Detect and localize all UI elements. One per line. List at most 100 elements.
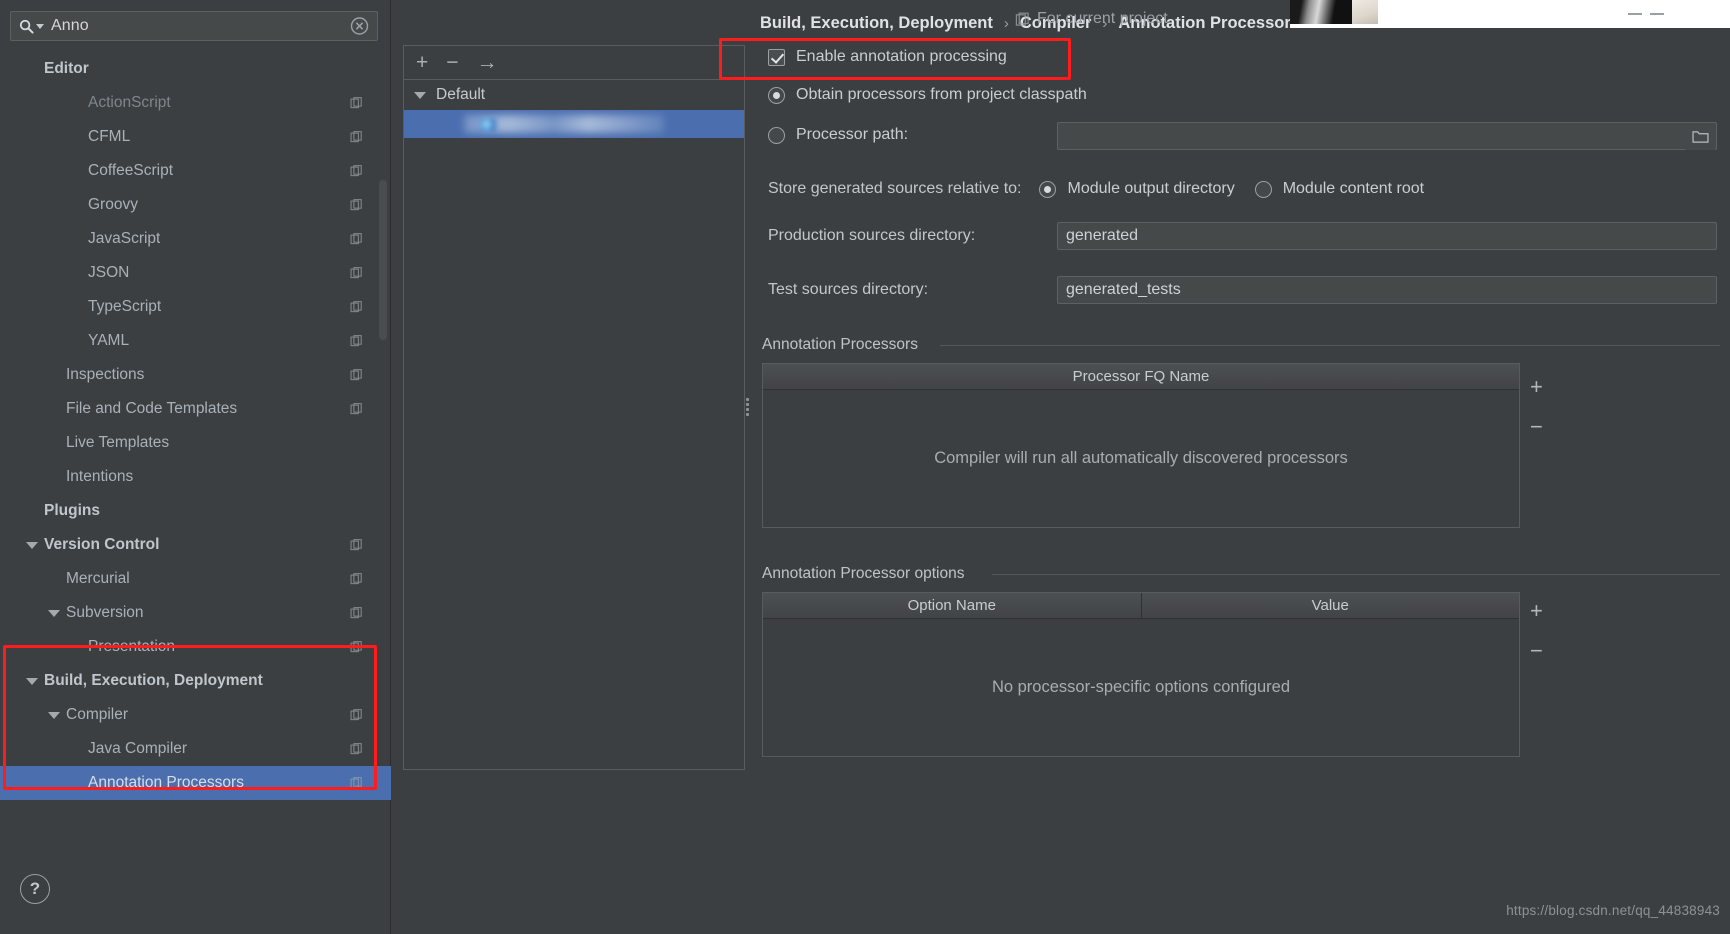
sidebar-item-compiler[interactable]: Compiler — [0, 698, 391, 732]
remove-processor-button[interactable]: − — [1530, 416, 1543, 438]
sidebar-item-build-execution-deployment[interactable]: Build, Execution, Deployment — [0, 664, 391, 698]
remove-option-button[interactable]: − — [1530, 640, 1543, 662]
settings-tree[interactable]: Editor ActionScript CFML CoffeeScript Groovy… — [0, 52, 391, 800]
enable-annotation-processing-row[interactable]: Enable annotation processing — [768, 48, 1007, 66]
sidebar-item-typescript[interactable]: TypeScript — [0, 290, 391, 324]
move-to-profile-button[interactable]: → — [477, 52, 498, 73]
sidebar-item-label: CoffeeScript — [88, 162, 174, 179]
sidebar-item-version-control[interactable]: Version Control — [0, 528, 391, 562]
obtain-from-classpath-radio[interactable] — [768, 86, 785, 104]
sidebar-item-javascript[interactable]: JavaScript — [0, 222, 391, 256]
annotation-processor-options-table[interactable]: Option Name Value No processor-specific … — [762, 592, 1520, 757]
column-header-option-name[interactable]: Option Name — [763, 593, 1141, 618]
copy-settings-icon[interactable] — [350, 266, 363, 280]
remove-profile-button[interactable]: − — [446, 52, 458, 73]
production-sources-value: generated — [1066, 227, 1139, 244]
sidebar-item-java-compiler[interactable]: Java Compiler — [0, 732, 391, 766]
copy-settings-icon[interactable] — [350, 368, 363, 382]
module-output-directory-label: Module output directory — [1067, 180, 1235, 197]
add-option-button[interactable]: + — [1530, 600, 1543, 622]
processor-path-radio[interactable] — [768, 126, 785, 144]
table-header: Processor FQ Name — [763, 364, 1519, 390]
sidebar-item-label: JavaScript — [88, 230, 161, 247]
sidebar-item-file-and-code-templates[interactable]: File and Code Templates — [0, 392, 391, 426]
sidebar-item-label: Intentions — [66, 468, 134, 485]
enable-annotation-processing-checkbox[interactable] — [768, 48, 785, 66]
obtain-from-classpath-row[interactable]: Obtain processors from project classpath — [768, 86, 1087, 104]
sidebar-item-label: Compiler — [66, 706, 129, 723]
copy-settings-icon[interactable] — [350, 640, 363, 654]
production-sources-label: Production sources directory: — [768, 227, 976, 244]
chevron-down-icon[interactable] — [414, 91, 426, 99]
panel-splitter-handle[interactable] — [746, 398, 751, 416]
sidebar-item-cfml[interactable]: CFML — [0, 120, 391, 154]
sidebar-item-json[interactable]: JSON — [0, 256, 391, 290]
production-sources-input[interactable]: generated — [1057, 222, 1717, 250]
module-content-root-radio[interactable] — [1254, 180, 1272, 198]
folder-icon[interactable] — [1685, 124, 1715, 150]
processor-path-row[interactable]: Processor path: — [768, 126, 908, 144]
module-output-directory-radio[interactable] — [1039, 180, 1057, 198]
chevron-down-icon[interactable] — [20, 541, 44, 549]
search-field[interactable]: Anno — [10, 11, 378, 41]
copy-settings-icon[interactable] — [350, 164, 363, 178]
profile-module-row[interactable] — [404, 110, 744, 138]
copy-settings-icon[interactable] — [350, 130, 363, 144]
sidebar-item-mercurial[interactable]: Mercurial — [0, 562, 391, 596]
sidebar-scrollbar[interactable] — [379, 180, 387, 340]
profile-root-node[interactable]: Default — [404, 80, 744, 110]
add-processor-button[interactable]: + — [1530, 376, 1543, 398]
sidebar-item-annotation-processors[interactable]: Annotation Processors — [0, 766, 391, 800]
copy-settings-icon[interactable] — [350, 96, 363, 110]
copy-settings-icon[interactable] — [350, 334, 363, 348]
annotation-processors-group-title: Annotation Processors — [762, 336, 927, 354]
add-profile-button[interactable]: + — [416, 52, 428, 73]
annotation-processors-table[interactable]: Processor FQ Name Compiler will run all … — [762, 363, 1520, 528]
copy-settings-icon[interactable] — [350, 300, 363, 314]
chevron-down-icon[interactable] — [42, 711, 66, 719]
for-current-project-label: For current project — [1037, 10, 1168, 27]
copy-settings-icon[interactable] — [350, 606, 363, 620]
sidebar-item-subversion[interactable]: Subversion — [0, 596, 391, 630]
copy-settings-icon[interactable] — [350, 402, 363, 416]
sidebar-item-label: Presentation — [88, 638, 176, 655]
test-sources-value: generated_tests — [1066, 281, 1181, 298]
photo-fragment-icon — [1290, 0, 1352, 24]
column-header-value[interactable]: Value — [1140, 593, 1520, 618]
copy-settings-icon[interactable] — [350, 538, 363, 552]
copy-settings-icon[interactable] — [350, 708, 363, 722]
breadcrumb-part-0[interactable]: Build, Execution, Deployment — [760, 14, 993, 33]
copy-settings-icon[interactable] — [350, 572, 363, 586]
sidebar-item-plugins[interactable]: Plugins — [0, 494, 391, 528]
copy-settings-icon[interactable] — [350, 742, 363, 756]
sidebar-item-live-templates[interactable]: Live Templates — [0, 426, 391, 460]
chevron-down-icon[interactable] — [36, 23, 44, 29]
profile-list-panel: + − → Default — [403, 45, 745, 770]
sidebar-item-intentions[interactable]: Intentions — [0, 460, 391, 494]
copy-settings-icon[interactable] — [350, 198, 363, 212]
chevron-down-icon[interactable] — [20, 677, 44, 685]
sidebar-item-presentation[interactable]: Presentation — [0, 630, 391, 664]
processor-path-input[interactable] — [1057, 122, 1717, 150]
sidebar-item-label: Version Control — [44, 536, 160, 553]
search-input[interactable]: Anno — [51, 17, 89, 35]
settings-content: Build, Execution, Deployment › Compiler … — [760, 0, 1730, 934]
chevron-down-icon[interactable] — [42, 609, 66, 617]
window-controls[interactable] — [1628, 2, 1688, 15]
copy-settings-icon[interactable] — [350, 232, 363, 246]
sidebar-item-inspections[interactable]: Inspections — [0, 358, 391, 392]
sidebar-item-coffeescript[interactable]: CoffeeScript — [0, 154, 391, 188]
sidebar-item-groovy[interactable]: Groovy — [0, 188, 391, 222]
sidebar-item-label: Plugins — [44, 502, 100, 519]
copy-settings-icon[interactable] — [350, 776, 363, 790]
clear-icon[interactable] — [350, 17, 369, 36]
sidebar-item-label: YAML — [88, 332, 130, 349]
module-icon — [480, 118, 496, 132]
test-sources-input[interactable]: generated_tests — [1057, 276, 1717, 304]
sidebar-item-label: Inspections — [66, 366, 145, 383]
search-icon — [19, 19, 34, 34]
sidebar-item-editor[interactable]: Editor — [0, 52, 391, 86]
sidebar-item-actionscript[interactable]: ActionScript — [0, 86, 391, 120]
sidebar-item-yaml[interactable]: YAML — [0, 324, 391, 358]
column-header-processor-fq-name[interactable]: Processor FQ Name — [763, 364, 1519, 389]
